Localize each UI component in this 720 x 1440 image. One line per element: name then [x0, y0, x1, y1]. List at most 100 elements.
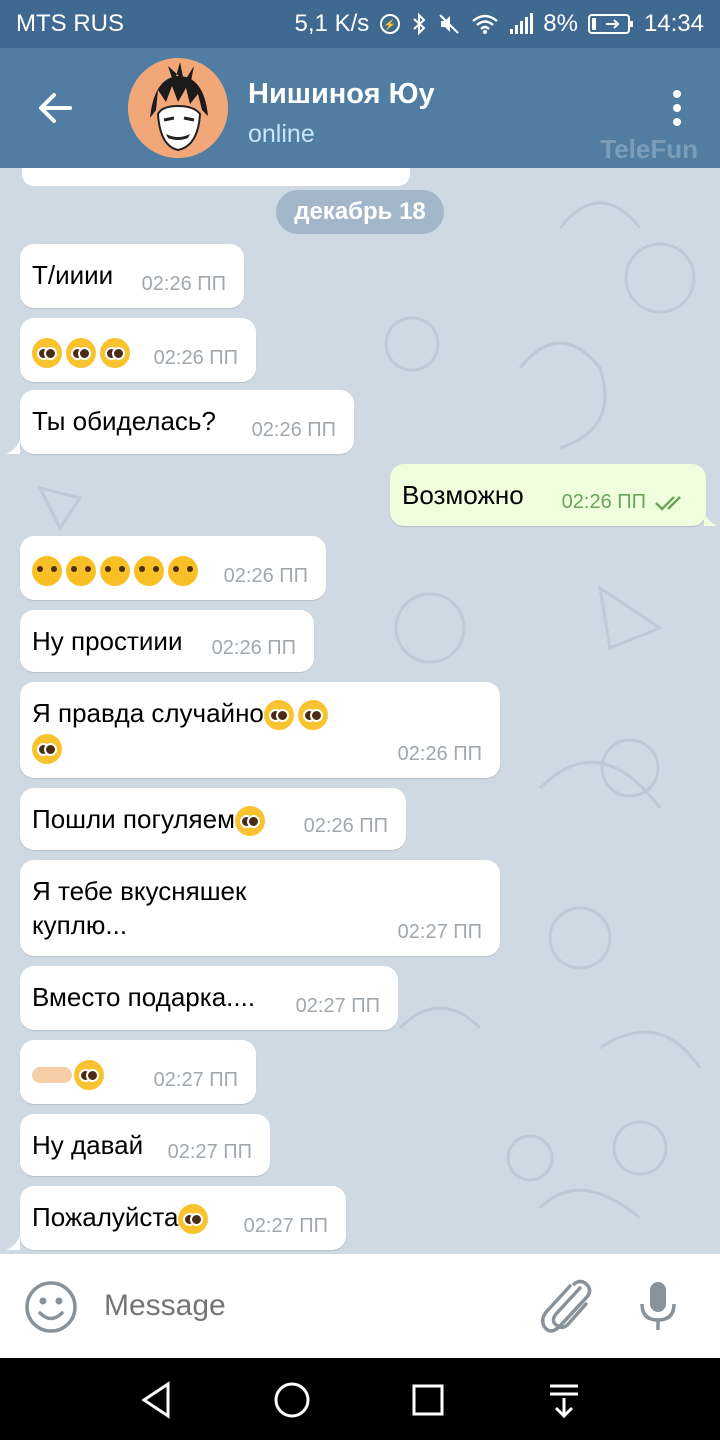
kebab-icon [673, 90, 681, 126]
message-time: 02:26 ПП [141, 273, 226, 295]
wifi-icon [471, 13, 499, 35]
message-bubble[interactable]: 02:26 ПП [20, 536, 326, 600]
message-bubble[interactable]: Ну давай 02:27 ПП [20, 1114, 270, 1176]
message-text: Ну простиии [32, 626, 183, 656]
message-bubble[interactable]: Ты обиделась? 02:26 ПП [20, 390, 354, 454]
message-text: Ты обиделась? [32, 406, 216, 436]
message-text: Я тебе вкусняшек куплю... [32, 874, 246, 942]
message-time: 02:26 ПП [397, 743, 482, 765]
previous-message-bubble [22, 168, 410, 186]
status-bar: MTS RUS 5,1 K/s ⚡ 8% 14:34 [0, 0, 720, 48]
message-time: 02:27 ПП [167, 1141, 252, 1163]
pleading-face-icon [32, 734, 62, 765]
message-text: Возможно [402, 480, 524, 510]
svg-text:⚡: ⚡ [384, 18, 396, 31]
triangle-back-icon [141, 1381, 170, 1419]
nav-home-button[interactable] [272, 1380, 312, 1420]
bluetooth-icon [411, 12, 427, 36]
message-time: 02:27 ПП [243, 1215, 328, 1237]
nav-notifications-button[interactable] [544, 1380, 584, 1420]
message-time: 02:26 ПП [153, 347, 238, 369]
message-text: Я правда случайно [32, 696, 332, 765]
message-bubble[interactable]: Вместо подарка.... 02:27 ПП [20, 966, 398, 1030]
chat-header: Нишиноя Юу online TeleFun [0, 48, 720, 168]
mute-icon [437, 12, 461, 36]
message-text: Т/ииии [32, 260, 114, 290]
date-divider: декабрь 18 [276, 190, 444, 234]
pleading-face-icon [297, 700, 328, 731]
paperclip-icon [540, 1279, 592, 1333]
message-bubble-outgoing[interactable]: Возможно 02:26 ПП [390, 464, 706, 526]
message-text: Пожалуйста [32, 1200, 212, 1235]
watermark: TeleFun [600, 134, 698, 164]
message-input[interactable] [104, 1282, 524, 1330]
bubble-tail [704, 512, 718, 526]
contact-name[interactable]: Нишиноя Юу [248, 78, 435, 111]
carrier-name: MTS RUS [16, 10, 124, 37]
network-speed: 5,1 K/s [294, 10, 370, 37]
pleading-face-icon [263, 700, 294, 731]
message-text-line1: Я тебе вкусняшек [32, 876, 247, 906]
message-time: 02:27 ПП [397, 921, 482, 943]
message-text: Пошли погуляем [32, 802, 269, 837]
avatar[interactable] [128, 58, 228, 158]
message-text-line2: куплю... [32, 910, 128, 940]
loudly-crying-face-icon [32, 556, 62, 587]
back-button[interactable] [34, 86, 78, 130]
pull-down-icon [550, 1384, 578, 1419]
read-checkmarks-icon [655, 496, 681, 511]
message-bubble[interactable]: 02:26 ПП [20, 318, 256, 382]
battery-percent: 8% [543, 10, 578, 37]
message-bubble[interactable]: Пошли погуляем 02:26 ПП [20, 788, 406, 850]
message-bubble[interactable]: 02:27 ПП [20, 1040, 256, 1104]
message-text-content: Я правда случайно [32, 698, 264, 728]
message-time: 02:27 ПП [295, 995, 380, 1017]
message-emoji [32, 334, 134, 369]
loudly-crying-face-icon [66, 556, 96, 587]
message-bubble[interactable]: Я тебе вкусняшек куплю... 02:27 ПП [20, 860, 500, 956]
bubble-tail [6, 1236, 20, 1250]
emoji-button[interactable] [24, 1280, 78, 1334]
system-nav-bar [0, 1358, 720, 1440]
message-bubble[interactable]: Ну простиии 02:26 ПП [20, 610, 314, 672]
message-time: 02:26 ПП [223, 565, 308, 587]
nav-recents-button[interactable] [408, 1380, 448, 1420]
message-time: 02:26 ПП [303, 815, 388, 837]
signal-icon [509, 13, 534, 35]
message-text-content: Пошли погуляем [32, 804, 235, 834]
bubble-tail [6, 440, 20, 454]
pleading-face-icon [32, 338, 62, 369]
attach-button[interactable] [540, 1278, 592, 1334]
microphone-icon [640, 1282, 676, 1330]
message-text: Вместо подарка.... [32, 982, 256, 1012]
pointing-fingers-icon [32, 1067, 72, 1084]
message-time: 02:26 ПП [561, 491, 646, 513]
voice-record-button[interactable] [636, 1278, 680, 1334]
message-bubble[interactable]: Я правда случайно 02:26 ПП [20, 682, 500, 778]
loudly-crying-face-icon [168, 556, 198, 587]
message-composer [0, 1254, 720, 1358]
more-menu-button[interactable] [662, 88, 692, 128]
arrow-left-icon [39, 93, 72, 123]
nav-back-button[interactable] [136, 1380, 176, 1420]
message-bubble[interactable]: Пожалуйста 02:27 ПП [20, 1186, 346, 1250]
message-list[interactable]: декабрь 18 Т/ииии 02:26 ПП 02:26 ПП Ты о… [0, 168, 720, 1254]
message-time: 02:26 ПП [251, 419, 336, 441]
message-emoji [32, 1056, 108, 1091]
speed-icon: ⚡ [379, 13, 401, 35]
loudly-crying-face-icon [134, 556, 164, 587]
pleading-face-icon [178, 1204, 209, 1235]
pleading-face-icon [74, 1060, 104, 1091]
pleading-face-icon [234, 806, 265, 837]
message-time: 02:27 ПП [153, 1069, 238, 1091]
battery-icon [587, 13, 634, 35]
pleading-face-icon [100, 338, 130, 369]
pleading-face-icon [66, 338, 96, 369]
circle-home-icon [274, 1382, 310, 1418]
message-emoji [32, 552, 202, 587]
clock: 14:34 [643, 10, 704, 37]
loudly-crying-face-icon [100, 556, 130, 587]
message-text: Ну давай [32, 1130, 144, 1160]
message-bubble[interactable]: Т/ииии 02:26 ПП [20, 244, 244, 308]
square-recents-icon [412, 1384, 444, 1416]
